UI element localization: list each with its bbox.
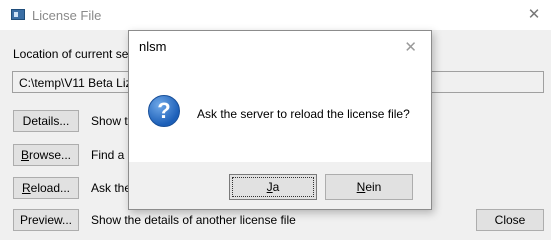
no-label-rest: ein	[365, 180, 382, 194]
title-bar: License File ✕	[0, 0, 551, 30]
dialog-title: nlsm	[139, 39, 167, 54]
question-icon: ?	[148, 95, 180, 127]
app-window-icon	[11, 9, 25, 20]
confirm-dialog: nlsm ✕ ? Ask the server to reload the li…	[128, 30, 432, 210]
yes-button[interactable]: Ja	[229, 174, 317, 200]
preview-button[interactable]: Preview...	[13, 209, 79, 231]
dialog-close-icon[interactable]: ✕	[404, 38, 417, 56]
dialog-message: Ask the server to reload the license fil…	[197, 107, 410, 121]
browse-label-rest: rowse...	[29, 148, 72, 162]
no-button[interactable]: Nein	[325, 174, 413, 200]
close-button[interactable]: Close	[476, 209, 544, 231]
browse-button[interactable]: Browse...	[13, 144, 79, 166]
reload-mnemonic: R	[21, 181, 31, 195]
reload-label-rest: eload...	[30, 181, 71, 195]
window-title: License File	[32, 8, 102, 23]
yes-label-rest: a	[272, 180, 280, 194]
preview-description: Show the details of another license file	[91, 213, 296, 227]
details-button[interactable]: Details...	[13, 110, 79, 132]
browse-mnemonic: B	[20, 148, 29, 162]
reload-button[interactable]: Reload...	[13, 177, 79, 199]
yes-mnemonic: J	[266, 180, 273, 194]
window-close-icon[interactable]: ✕	[522, 4, 546, 26]
license-file-window: License File ✕ Location of current serve…	[0, 0, 551, 240]
